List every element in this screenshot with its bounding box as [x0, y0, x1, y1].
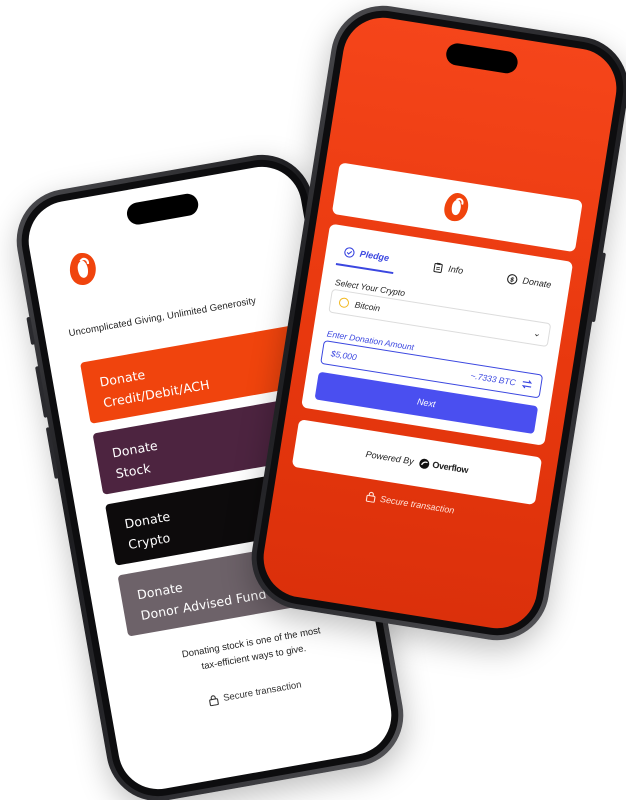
tab-label: Info — [447, 263, 464, 276]
bitcoin-icon — [338, 297, 350, 309]
check-circle-icon — [344, 246, 355, 258]
crypto-value: Bitcoin — [354, 299, 381, 314]
overflow-brand-label: Overflow — [431, 459, 469, 476]
donation-form: Pledge Info $ Donate Select Your Crypto … — [301, 223, 574, 446]
tab-pledge[interactable]: Pledge — [335, 237, 397, 274]
dynamic-island — [125, 192, 200, 227]
dynamic-island — [444, 41, 520, 75]
right-screen: Pledge Info $ Donate Select Your Crypto … — [257, 12, 623, 634]
tab-label: Donate — [521, 275, 553, 290]
overflow-brand: Overflow — [418, 457, 469, 476]
tab-info[interactable]: Info — [424, 251, 471, 285]
clipboard-icon — [433, 262, 443, 273]
secure-label: Secure transaction — [222, 679, 303, 704]
secure-label: Secure transaction — [379, 493, 456, 515]
swap-icon[interactable] — [521, 379, 533, 391]
btc-conversion: ~.7333 BTC — [469, 370, 517, 388]
chevron-down-icon: ⌄ — [532, 327, 542, 339]
lock-icon — [209, 695, 219, 707]
powered-by-label: Powered By — [364, 449, 415, 467]
tab-label: Pledge — [359, 248, 390, 264]
brand-logo-icon — [444, 193, 469, 222]
lock-icon — [366, 491, 376, 503]
right-phone: Pledge Info $ Donate Select Your Crypto … — [244, 0, 626, 648]
brand-logo-icon — [69, 252, 96, 286]
overflow-logo-icon — [419, 458, 430, 469]
dollar-circle-icon: $ — [507, 273, 518, 284]
amount-value: $5,000 — [330, 348, 358, 363]
tab-donate[interactable]: $ Donate — [499, 263, 560, 300]
